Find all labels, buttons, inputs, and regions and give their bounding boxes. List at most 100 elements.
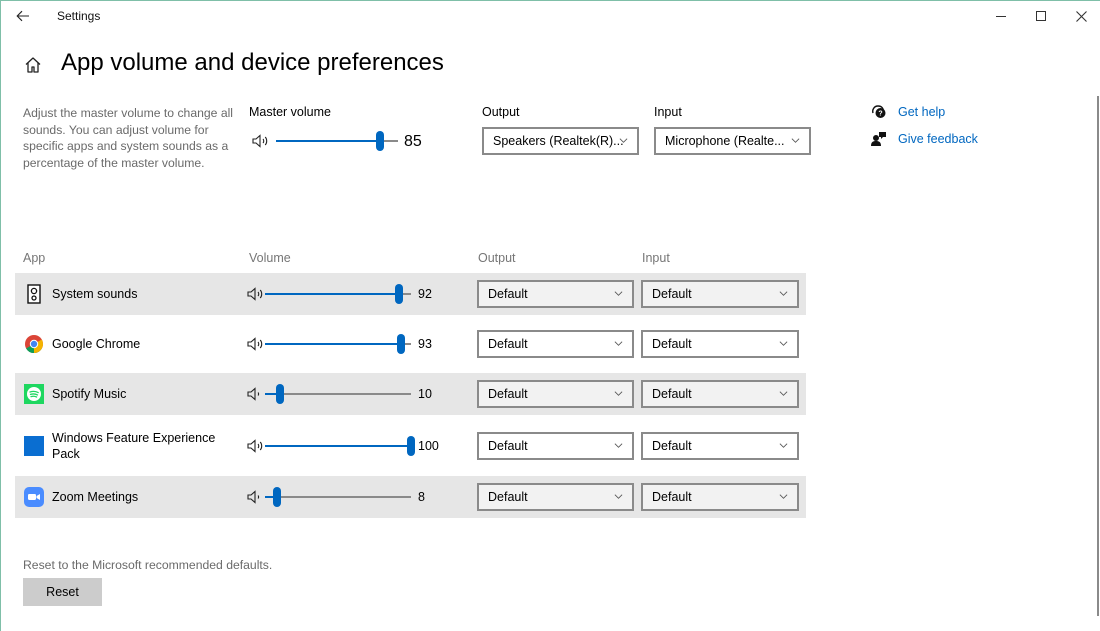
chevron-down-icon xyxy=(619,138,628,143)
app-input-value: Default xyxy=(652,337,692,351)
app-volume-slider[interactable] xyxy=(265,334,411,354)
app-input-dropdown[interactable]: Default xyxy=(641,280,799,308)
zoom-icon xyxy=(24,487,44,507)
app-volume-value: 100 xyxy=(418,439,439,453)
back-button[interactable] xyxy=(11,4,35,28)
master-output-label: Output xyxy=(482,105,520,119)
app-input-dropdown[interactable]: Default xyxy=(641,330,799,358)
master-output-value: Speakers (Realtek(R)... xyxy=(493,134,624,148)
chevron-down-icon xyxy=(779,341,788,346)
home-icon[interactable] xyxy=(23,55,43,75)
speaker-high-icon xyxy=(247,287,263,301)
chrome-icon xyxy=(24,334,44,354)
windows-feature-icon xyxy=(24,436,44,456)
header-output: Output xyxy=(478,251,516,265)
app-output-value: Default xyxy=(488,287,528,301)
app-output-value: Default xyxy=(488,387,528,401)
master-input-dropdown[interactable]: Microphone (Realte... xyxy=(654,127,811,155)
app-input-dropdown[interactable]: Default xyxy=(641,432,799,460)
app-input-dropdown[interactable]: Default xyxy=(641,483,799,511)
app-row: Windows Feature Experience Pack 100 Defaul… xyxy=(15,423,806,469)
header-input: Input xyxy=(642,251,670,265)
header-volume: Volume xyxy=(249,251,291,265)
app-output-dropdown[interactable]: Default xyxy=(477,280,634,308)
app-output-dropdown[interactable]: Default xyxy=(477,483,634,511)
app-volume-slider[interactable] xyxy=(265,284,411,304)
master-input-value: Microphone (Realte... xyxy=(665,134,785,148)
app-volume-slider[interactable] xyxy=(265,436,415,456)
app-output-dropdown[interactable]: Default xyxy=(477,432,634,460)
app-input-value: Default xyxy=(652,287,692,301)
app-volume-value: 10 xyxy=(418,387,432,401)
app-volume-value: 93 xyxy=(418,337,432,351)
app-input-value: Default xyxy=(652,439,692,453)
get-help-icon: ? xyxy=(872,105,886,118)
app-row: Google Chrome 93 Default Default xyxy=(15,323,806,365)
slider-thumb[interactable] xyxy=(272,487,281,507)
vertical-scrollbar[interactable] xyxy=(1097,96,1099,616)
maximize-button[interactable] xyxy=(1021,1,1061,31)
app-output-dropdown[interactable]: Default xyxy=(477,380,634,408)
slider-track xyxy=(265,496,411,498)
app-input-value: Default xyxy=(652,490,692,504)
maximize-icon xyxy=(1036,11,1046,21)
slider-thumb[interactable] xyxy=(396,334,405,354)
master-volume-label: Master volume xyxy=(249,105,331,119)
window-title: Settings xyxy=(57,9,101,23)
app-output-value: Default xyxy=(488,337,528,351)
speaker-high-icon xyxy=(247,439,263,453)
give-feedback-label: Give feedback xyxy=(898,132,978,146)
spotify-icon xyxy=(24,384,44,404)
app-row: System sounds 92 Default Default xyxy=(15,273,806,315)
speaker-high-icon xyxy=(252,134,268,148)
get-help-link[interactable]: ? Get help xyxy=(871,104,945,120)
chevron-down-icon xyxy=(779,443,788,448)
give-feedback-link[interactable]: Give feedback xyxy=(871,131,978,147)
header-app: App xyxy=(23,251,46,265)
app-name: Google Chrome xyxy=(52,337,141,351)
get-help-label: Get help xyxy=(898,105,946,119)
back-arrow-icon xyxy=(16,10,29,22)
slider-thumb[interactable] xyxy=(395,284,404,304)
minimize-icon xyxy=(996,15,1006,17)
speaker-low-icon xyxy=(247,387,260,401)
slider-fill xyxy=(265,343,401,345)
speaker-low-icon xyxy=(247,490,260,504)
app-input-value: Default xyxy=(652,387,692,401)
chevron-down-icon xyxy=(614,341,623,346)
app-volume-value: 8 xyxy=(418,490,425,504)
master-output-dropdown[interactable]: Speakers (Realtek(R)... xyxy=(482,127,639,155)
app-name: Zoom Meetings xyxy=(52,490,139,504)
slider-fill xyxy=(276,140,380,142)
slider-thumb[interactable] xyxy=(407,436,415,456)
app-volume-slider[interactable] xyxy=(265,384,411,404)
page-description: Adjust the master volume to change all s… xyxy=(23,106,234,170)
app-input-dropdown[interactable]: Default xyxy=(641,380,799,408)
app-name: System sounds xyxy=(52,287,138,301)
close-button[interactable] xyxy=(1061,1,1100,31)
title-bar: Settings xyxy=(1,1,1100,32)
master-volume-slider[interactable] xyxy=(276,131,398,151)
app-volume-value: 92 xyxy=(418,287,432,301)
chevron-down-icon xyxy=(779,494,788,499)
chevron-down-icon xyxy=(779,291,788,296)
master-volume-value: 85 xyxy=(404,133,422,150)
slider-thumb[interactable] xyxy=(275,384,284,404)
chevron-down-icon xyxy=(791,138,800,143)
speaker-high-icon xyxy=(247,337,263,351)
system-sounds-icon xyxy=(24,284,44,304)
give-feedback-icon xyxy=(871,132,886,146)
slider-fill xyxy=(265,445,411,447)
app-volume-slider[interactable] xyxy=(265,487,411,507)
chevron-down-icon xyxy=(614,494,623,499)
minimize-button[interactable] xyxy=(981,1,1021,31)
chevron-down-icon xyxy=(614,443,623,448)
app-name: Spotify Music xyxy=(52,387,127,401)
slider-thumb[interactable] xyxy=(375,131,384,151)
app-name: Windows Feature Experience Pack xyxy=(52,431,216,461)
master-input-label: Input xyxy=(654,105,682,119)
reset-button[interactable]: Reset xyxy=(23,578,102,606)
chevron-down-icon xyxy=(779,391,788,396)
close-icon xyxy=(1075,10,1087,22)
app-output-dropdown[interactable]: Default xyxy=(477,330,634,358)
